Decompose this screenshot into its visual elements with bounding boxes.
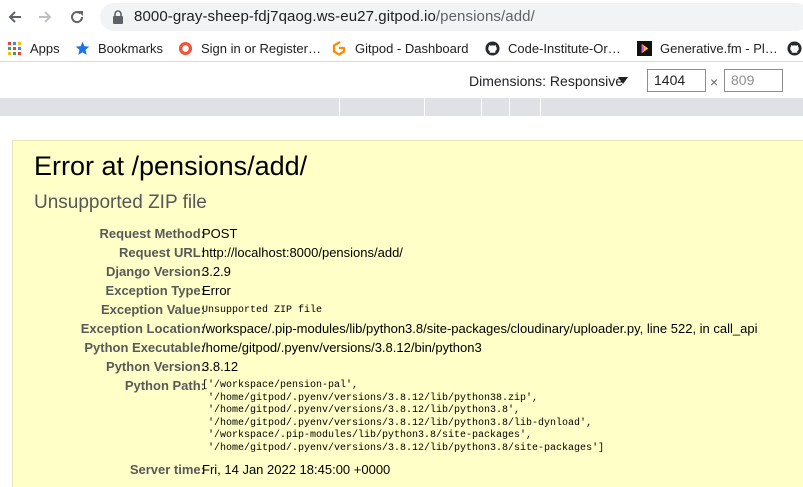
table-row: Server time: Fri, 14 Jan 2022 18:45:00 +… — [13, 462, 803, 481]
meta-key: Python Path: — [124, 378, 205, 393]
bookmark-overflow[interactable] — [786, 39, 802, 57]
bookmark-label: Code-Institute-Or… — [508, 40, 621, 56]
viewport-width-input[interactable]: 1404 — [647, 69, 706, 92]
url-host: 8000-gray-sheep-fdj7qaog.ws-eu27.gitpod.… — [134, 8, 436, 25]
bookmark-signin[interactable]: Sign in or Register… — [177, 39, 321, 57]
meta-value: Unsupported ZIP file — [202, 305, 323, 316]
github-icon — [786, 40, 802, 56]
meta-key: Django Version: — [106, 264, 205, 279]
meta-value: Fri, 14 Jan 2022 18:45:00 +0000 — [202, 462, 391, 477]
media-query-divider — [481, 98, 482, 116]
python-path-line: '/home/gitpod/.pyenv/versions/3.8.12/lib… — [202, 417, 593, 429]
github-icon — [484, 40, 500, 56]
media-query-divider — [509, 98, 510, 116]
python-path-line: '/home/gitpod/.pyenv/versions/3.8.12/lib… — [202, 405, 521, 417]
meta-key: Python Version: — [106, 359, 205, 374]
python-path-list: ['/workspace/pension-pal', '/home/gitpod… — [202, 380, 604, 456]
url-text: 8000-gray-sheep-fdj7qaog.ws-eu27.gitpod.… — [134, 8, 535, 25]
table-row: Exception Location: /workspace/.pip-modu… — [13, 321, 803, 340]
python-path-line: '/workspace/.pip-modules/lib/python3.8/s… — [202, 430, 533, 442]
bookmark-label: Bookmarks — [98, 40, 164, 56]
meta-value: http://localhost:8000/pensions/add/ — [202, 245, 403, 260]
bookmark-label: Generative.fm - Pl… — [660, 40, 778, 56]
bookmark-bookmarks[interactable]: Bookmarks — [74, 39, 163, 57]
generative-icon — [636, 40, 652, 56]
bookmark-label: Sign in or Register… — [201, 40, 321, 56]
gitpod-icon — [331, 40, 347, 56]
address-bar[interactable]: 8000-gray-sheep-fdj7qaog.ws-eu27.gitpod.… — [100, 3, 803, 31]
media-query-divider — [339, 98, 340, 116]
viewport-height-input[interactable]: 809 — [724, 69, 783, 92]
back-button[interactable] — [4, 6, 26, 28]
python-path-line: '/home/gitpod/.pyenv/versions/3.8.12/lib… — [202, 442, 605, 454]
dimensions-dropdown[interactable]: Dimensions: Responsive — [469, 73, 623, 89]
meta-key: Request URL: — [119, 245, 205, 260]
meta-value: Error — [202, 283, 231, 298]
page-viewport: Error at /pensions/add/ Unsupported ZIP … — [0, 116, 803, 487]
python-path-line: ['/workspace/pension-pal', — [202, 380, 359, 391]
meta-key: Request Method: — [99, 226, 205, 241]
reload-icon — [71, 11, 84, 24]
lock-icon — [113, 10, 123, 24]
meta-value: /workspace/.pip-modules/lib/python3.8/si… — [202, 321, 758, 336]
table-row: Exception Value: Unsupported ZIP file — [13, 302, 803, 321]
table-row: Python Path: ['/workspace/pension-pal', … — [13, 378, 803, 462]
meta-key: Exception Type: — [105, 283, 205, 298]
eventbrite-icon — [177, 40, 193, 56]
url-path: /pensions/add/ — [435, 8, 535, 25]
star-icon — [74, 40, 90, 56]
media-query-divider — [424, 98, 425, 116]
meta-key: Exception Value: — [100, 302, 205, 317]
dimension-separator: × — [710, 74, 719, 90]
table-row: Python Version: 3.8.12 — [13, 359, 803, 378]
browser-toolbar: 8000-gray-sheep-fdj7qaog.ws-eu27.gitpod.… — [0, 0, 803, 34]
forward-button[interactable] — [34, 6, 56, 28]
table-row: Request URL: http://localhost:8000/pensi… — [13, 245, 803, 264]
media-query-bar[interactable] — [0, 98, 803, 116]
meta-key: Exception Location: — [80, 321, 205, 336]
apps-grid-icon — [6, 40, 22, 56]
meta-key: Python Executable: — [84, 340, 205, 355]
table-row: Python Executable: /home/gitpod/.pyenv/v… — [13, 340, 803, 359]
bookmark-code-institute[interactable]: Code-Institute-Or… — [484, 39, 621, 57]
bookmarks-bar: Apps Bookmarks Sign in or Register… Gitp… — [0, 34, 803, 62]
bookmark-generative[interactable]: Generative.fm - Pl… — [636, 39, 778, 57]
table-row: Django Version: 3.2.9 — [13, 264, 803, 283]
arrow-left-icon — [8, 11, 21, 23]
meta-key: Server time: — [129, 462, 205, 477]
table-row: Request Method: POST — [13, 226, 803, 245]
python-path-line: '/home/gitpod/.pyenv/versions/3.8.12/lib… — [202, 392, 539, 404]
meta-value: /home/gitpod/.pyenv/versions/3.8.12/bin/… — [202, 340, 482, 355]
bookmark-apps[interactable]: Apps — [6, 39, 60, 57]
media-query-divider — [540, 98, 541, 116]
table-row: Exception Type: Error — [13, 283, 803, 302]
arrow-right-icon — [39, 11, 52, 23]
bookmark-label: Apps — [30, 40, 60, 56]
error-subtitle: Unsupported ZIP file — [34, 192, 207, 213]
meta-value: POST — [202, 226, 238, 241]
chevron-down-icon[interactable] — [618, 77, 628, 84]
reload-button[interactable] — [66, 6, 88, 28]
bookmark-gitpod[interactable]: Gitpod - Dashboard — [331, 39, 468, 57]
device-toolbar: Dimensions: Responsive 1404 × 809 — [0, 62, 803, 98]
meta-value: 3.8.12 — [202, 359, 239, 374]
error-title: Error at /pensions/add/ — [34, 151, 308, 181]
meta-value: 3.2.9 — [202, 264, 231, 279]
error-summary: Error at /pensions/add/ Unsupported ZIP … — [12, 140, 803, 487]
bookmark-label: Gitpod - Dashboard — [355, 40, 469, 56]
